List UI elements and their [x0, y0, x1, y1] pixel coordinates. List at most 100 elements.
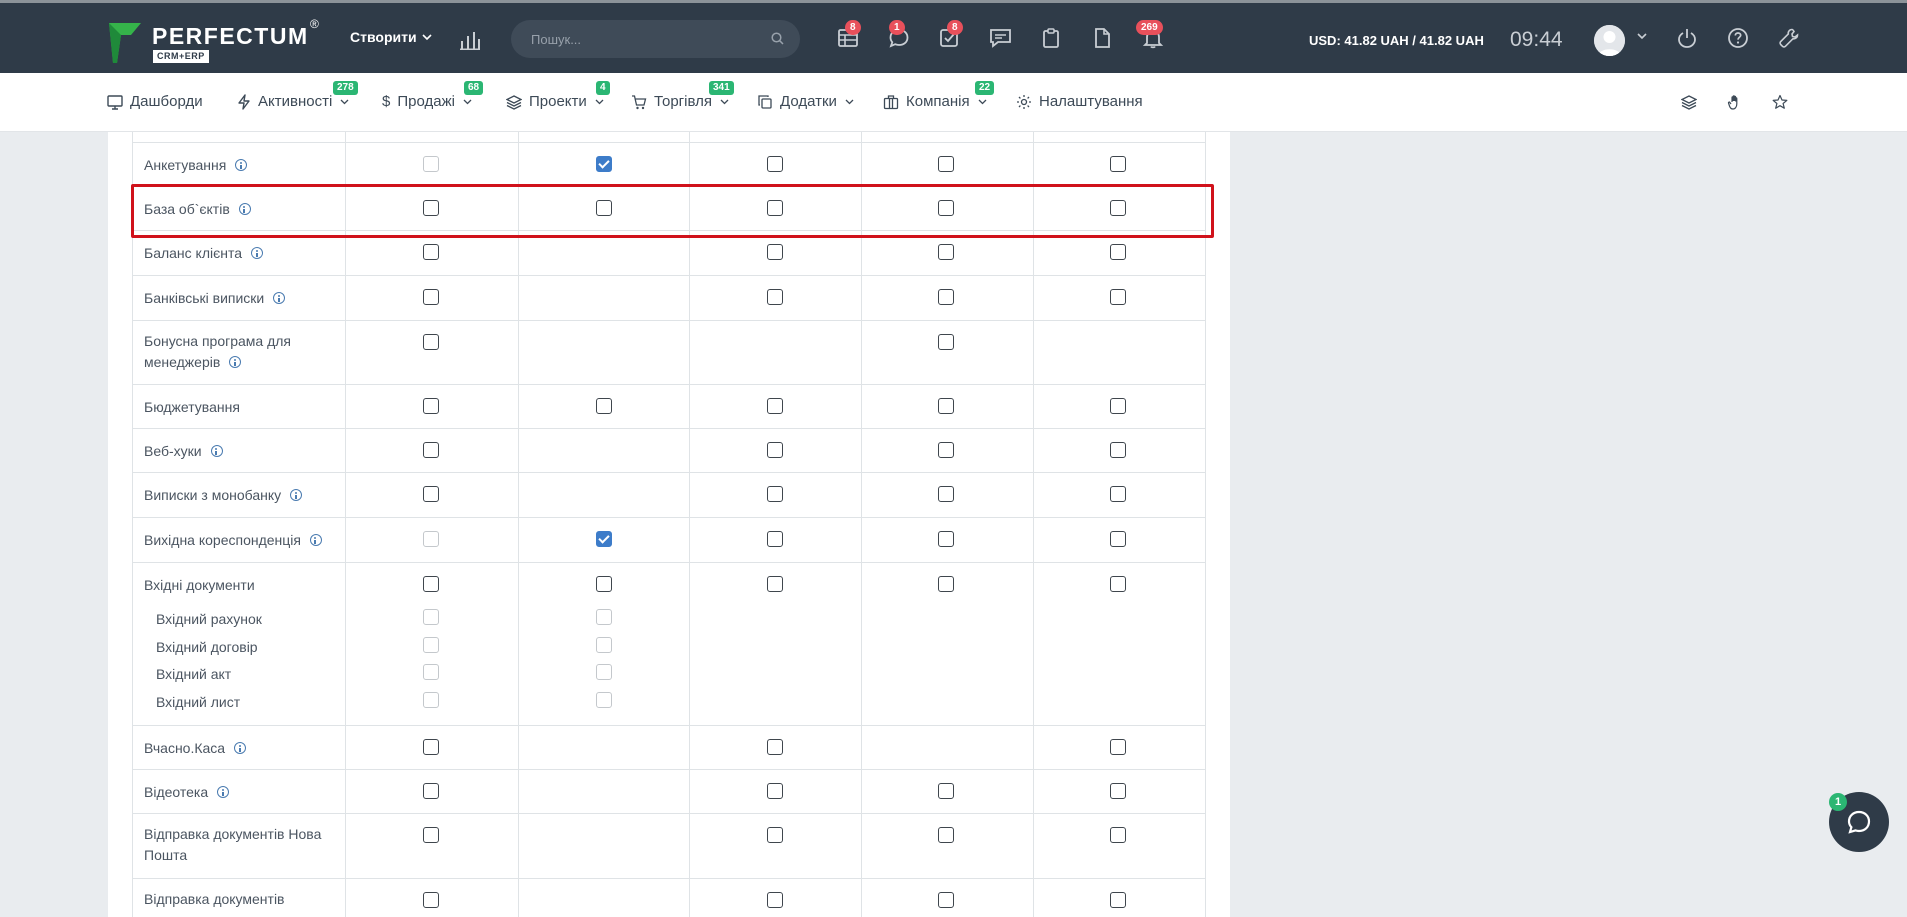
nav-sales[interactable]: $ Продажі [382, 93, 472, 110]
permission-checkbox[interactable] [938, 334, 954, 350]
info-icon[interactable] [234, 742, 247, 754]
permission-checkbox[interactable] [938, 200, 954, 216]
permission-checkbox[interactable] [767, 398, 783, 414]
permission-checkbox[interactable] [596, 576, 612, 592]
create-button[interactable]: Створити [350, 29, 432, 45]
search-icon[interactable] [771, 32, 784, 45]
permission-checkbox[interactable] [938, 442, 954, 458]
star-icon[interactable] [1772, 94, 1788, 110]
info-icon[interactable] [235, 159, 248, 171]
permission-checkbox[interactable] [1110, 827, 1126, 843]
layers-icon[interactable] [1681, 94, 1697, 110]
permission-checkbox[interactable] [423, 892, 439, 908]
settings-tools-button[interactable] [1778, 27, 1800, 54]
permission-checkbox[interactable] [423, 486, 439, 502]
permission-checkbox[interactable] [596, 398, 612, 414]
permission-checkbox[interactable] [938, 244, 954, 260]
permission-checkbox[interactable] [1110, 892, 1126, 908]
permission-checkbox[interactable] [1110, 244, 1126, 260]
permission-checkbox[interactable] [1110, 739, 1126, 755]
logout-button[interactable] [1676, 27, 1698, 54]
permission-checkbox[interactable] [423, 289, 439, 305]
permission-checkbox[interactable] [423, 442, 439, 458]
permission-checkbox[interactable] [596, 156, 612, 172]
permission-checkbox[interactable] [938, 156, 954, 172]
permission-checkbox[interactable] [1110, 531, 1126, 547]
perfectum-logo[interactable]: PERFECTUM ® CRM+ERP [107, 17, 322, 67]
permission-checkbox[interactable] [938, 827, 954, 843]
permission-checkbox[interactable] [767, 783, 783, 799]
search-input[interactable] [531, 20, 761, 58]
main-nav: Дашборди Активності 278 $ Продажі 68 Про… [0, 73, 1907, 132]
permission-checkbox[interactable] [423, 334, 439, 350]
row-label-text: Відправка документів Нова Пошта [144, 826, 322, 863]
permission-checkbox[interactable] [767, 827, 783, 843]
row-label: Бонусна програма для менеджерів [144, 331, 334, 373]
hand-icon[interactable] [1727, 94, 1743, 110]
permission-checkbox[interactable] [938, 289, 954, 305]
permission-checkbox[interactable] [1110, 289, 1126, 305]
permission-checkbox[interactable] [423, 783, 439, 799]
permission-checkbox[interactable] [423, 739, 439, 755]
bar-chart-icon[interactable] [459, 30, 481, 50]
permission-checkbox[interactable] [767, 289, 783, 305]
permission-checkbox[interactable] [767, 739, 783, 755]
nav-trade[interactable]: Торгівля [631, 93, 729, 110]
row-label: База об`єктів [144, 199, 334, 220]
avatar[interactable] [1594, 25, 1625, 56]
info-icon[interactable] [238, 203, 251, 215]
gear-icon [1017, 94, 1031, 109]
row-label-text: Вчасно.Каса [144, 740, 226, 756]
permission-checkbox[interactable] [423, 827, 439, 843]
permission-checkbox[interactable] [423, 576, 439, 592]
help-button[interactable] [1727, 27, 1749, 54]
permission-checkbox[interactable] [767, 244, 783, 260]
clipboard-button[interactable] [1041, 27, 1061, 54]
permission-checkbox[interactable] [938, 576, 954, 592]
permission-checkbox[interactable] [423, 398, 439, 414]
user-avatar-icon [1594, 25, 1625, 56]
permission-checkbox[interactable] [423, 244, 439, 260]
permission-checkbox[interactable] [938, 486, 954, 502]
permission-checkbox[interactable] [1110, 398, 1126, 414]
permission-checkbox[interactable] [1110, 442, 1126, 458]
info-icon[interactable] [309, 534, 322, 546]
permission-checkbox[interactable] [767, 892, 783, 908]
nav-projects[interactable]: Проекти [506, 93, 604, 110]
permission-checkbox[interactable] [1110, 486, 1126, 502]
permission-checkbox[interactable] [938, 892, 954, 908]
permission-checkbox[interactable] [596, 200, 612, 216]
permission-checkbox[interactable] [1110, 200, 1126, 216]
permission-checkbox[interactable] [938, 398, 954, 414]
permission-checkbox[interactable] [1110, 576, 1126, 592]
nav-activities[interactable]: Активності [237, 93, 349, 110]
nav-settings[interactable]: Налаштування [1016, 93, 1143, 110]
permission-checkbox[interactable] [767, 576, 783, 592]
row-label-text: Веб-хуки [144, 443, 202, 459]
permission-checkbox[interactable] [767, 200, 783, 216]
permission-checkbox[interactable] [767, 486, 783, 502]
nav-company[interactable]: Компанія [883, 93, 987, 110]
permission-checkbox[interactable] [1110, 783, 1126, 799]
permission-checkbox[interactable] [596, 531, 612, 547]
sub-row-label: Вхідний договір [156, 639, 258, 655]
chevron-down-icon[interactable] [1637, 33, 1647, 40]
info-icon[interactable] [251, 247, 264, 259]
comments-button[interactable] [989, 27, 1012, 54]
info-icon[interactable] [210, 445, 223, 457]
permission-checkbox[interactable] [423, 200, 439, 216]
info-icon[interactable] [217, 786, 230, 798]
documents-button[interactable] [1092, 27, 1112, 54]
nav-addons[interactable]: Додатки [757, 93, 854, 110]
permission-checkbox[interactable] [767, 531, 783, 547]
permission-checkbox[interactable] [1110, 156, 1126, 172]
info-icon[interactable] [229, 356, 242, 368]
logo-subtitle: CRM+ERP [153, 50, 209, 63]
nav-dashboards[interactable]: Дашборди [107, 93, 203, 110]
permission-checkbox[interactable] [767, 156, 783, 172]
permission-checkbox[interactable] [938, 531, 954, 547]
permission-checkbox[interactable] [767, 442, 783, 458]
permission-checkbox[interactable] [938, 783, 954, 799]
info-icon[interactable] [290, 489, 303, 501]
info-icon[interactable] [273, 292, 286, 304]
